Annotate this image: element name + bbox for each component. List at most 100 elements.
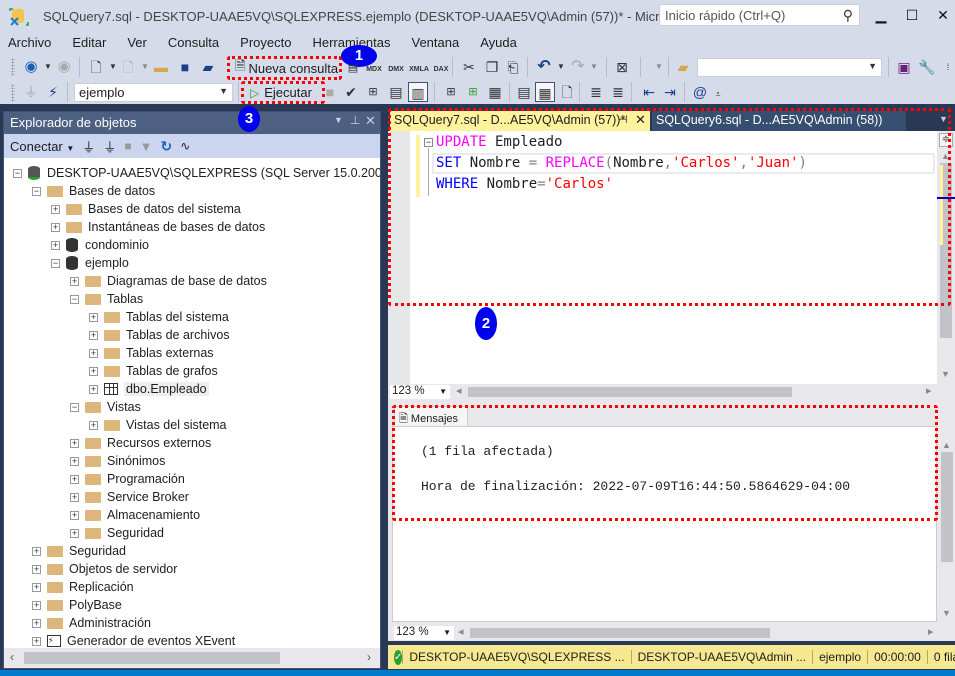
- collapse-icon[interactable]: −: [13, 168, 22, 178]
- tree-node[interactable]: + Bases de datos del sistema: [51, 200, 241, 218]
- intellisense-icon[interactable]: ▥: [408, 82, 428, 102]
- expand-icon[interactable]: +: [70, 438, 79, 448]
- expand-icon[interactable]: +: [32, 564, 41, 574]
- expand-icon[interactable]: +: [89, 420, 98, 430]
- comment-icon[interactable]: ≣: [586, 82, 606, 102]
- expand-icon[interactable]: +: [89, 312, 98, 322]
- tree-node[interactable]: + PolyBase: [32, 596, 122, 614]
- estimated-plan-icon[interactable]: ⊞: [363, 82, 383, 102]
- menu-ventana[interactable]: Ventana: [412, 33, 460, 53]
- results-to-text-icon[interactable]: ▤: [514, 82, 534, 102]
- scroll-right-icon[interactable]: ▸: [928, 625, 934, 638]
- tree-node[interactable]: + Programación: [70, 470, 185, 488]
- scroll-down-icon[interactable]: ▼: [941, 369, 950, 379]
- activity-monitor-icon[interactable]: ⊠: [612, 57, 632, 77]
- mdx-query-icon[interactable]: MDX: [364, 57, 384, 77]
- tree-node[interactable]: + ⚡ Generador de eventos XEvent: [32, 632, 235, 648]
- scroll-left-icon[interactable]: ◂: [458, 625, 464, 638]
- connect-plug-icon[interactable]: ⏚: [82, 137, 95, 156]
- save-icon[interactable]: ■: [175, 57, 195, 77]
- scrollbar-thumb[interactable]: [941, 452, 953, 562]
- specify-template-values-icon[interactable]: @: [690, 82, 710, 102]
- editor-zoom-select[interactable]: 123 % ▼: [390, 385, 450, 399]
- forward-icon[interactable]: ◉: [54, 57, 74, 77]
- tree-node[interactable]: + Service Broker: [70, 488, 189, 506]
- change-connection-icon[interactable]: ⚡: [43, 82, 63, 102]
- expand-icon[interactable]: +: [51, 222, 60, 232]
- tree-node[interactable]: + Almacenamiento: [70, 506, 200, 524]
- activity-monitor-icon[interactable]: ∿: [180, 139, 190, 153]
- menu-proyecto[interactable]: Proyecto: [240, 33, 291, 53]
- expand-icon[interactable]: +: [89, 366, 98, 376]
- expand-icon[interactable]: +: [89, 348, 98, 358]
- expand-icon[interactable]: +: [32, 582, 41, 592]
- expand-icon[interactable]: +: [70, 276, 79, 286]
- tree-node[interactable]: + Objetos de servidor: [32, 560, 177, 578]
- menu-ver[interactable]: Ver: [127, 33, 147, 53]
- scroll-up-icon[interactable]: ▲: [942, 440, 951, 450]
- cut-icon[interactable]: ✂: [459, 57, 479, 77]
- toolbar-overflow-icon[interactable]: ⩡: [708, 84, 728, 104]
- scroll-down-icon[interactable]: ▼: [942, 608, 951, 618]
- redo-dropdown-icon[interactable]: ▼: [584, 57, 604, 77]
- tree-node[interactable]: − Bases de datos: [32, 182, 155, 200]
- expand-icon[interactable]: +: [32, 636, 41, 646]
- tree-node[interactable]: + Seguridad: [32, 542, 126, 560]
- results-to-file-icon[interactable]: 🗋: [557, 82, 577, 102]
- menu-editar[interactable]: Editar: [72, 33, 106, 53]
- expand-icon[interactable]: +: [89, 384, 98, 394]
- expand-icon[interactable]: +: [51, 204, 60, 214]
- expand-icon[interactable]: +: [51, 240, 60, 250]
- increase-indent-icon[interactable]: ⇥: [660, 82, 680, 102]
- tree-node[interactable]: + Instantáneas de bases de datos: [51, 218, 265, 236]
- tree-node[interactable]: + Tablas externas: [89, 344, 214, 362]
- stop-icon[interactable]: ■: [124, 139, 131, 153]
- database-select[interactable]: ejemplo ▼: [74, 83, 233, 102]
- tree-node[interactable]: + Tablas del sistema: [89, 308, 229, 326]
- filter-icon[interactable]: ▼: [140, 139, 153, 154]
- collapse-icon[interactable]: −: [70, 294, 79, 304]
- menu-ayuda[interactable]: Ayuda: [480, 33, 517, 53]
- live-stats-icon[interactable]: ⊞: [463, 82, 483, 102]
- paste-icon[interactable]: ⎗: [503, 57, 523, 77]
- expand-icon[interactable]: +: [32, 618, 41, 628]
- close-button[interactable]: ✕: [928, 4, 955, 26]
- scroll-right-icon[interactable]: ›: [367, 650, 371, 664]
- parse-checkmark-icon[interactable]: ✔: [341, 82, 361, 102]
- decrease-indent-icon[interactable]: ⇤: [639, 82, 659, 102]
- collapse-icon[interactable]: −: [51, 258, 60, 268]
- tree-node[interactable]: − ejemplo: [51, 254, 129, 272]
- scroll-right-icon[interactable]: ▸: [926, 384, 932, 397]
- solution-config-dropdown-icon[interactable]: ▼: [649, 57, 669, 77]
- scrollbar-thumb[interactable]: [470, 628, 770, 638]
- expand-icon[interactable]: +: [32, 546, 41, 556]
- scroll-left-icon[interactable]: ◂: [456, 384, 462, 397]
- collapse-icon[interactable]: −: [32, 186, 41, 196]
- tree-node[interactable]: + Replicación: [32, 578, 134, 596]
- tree-node[interactable]: + Sinónimos: [70, 452, 165, 470]
- toolbar-grip[interactable]: [11, 84, 15, 102]
- tree-node[interactable]: + Recursos externos: [70, 434, 211, 452]
- connect-dropdown[interactable]: Conectar ▼: [10, 139, 74, 154]
- panel-menu-icon[interactable]: ▼: [334, 115, 343, 125]
- tree-node[interactable]: + Diagramas de base de datos: [70, 272, 267, 290]
- scrollbar-thumb[interactable]: [468, 387, 792, 397]
- minimize-button[interactable]: ▁: [866, 4, 896, 26]
- refresh-icon[interactable]: ↻: [160, 138, 172, 155]
- scroll-left-icon[interactable]: ‹: [10, 650, 14, 664]
- tree-node[interactable]: − Vistas: [70, 398, 141, 416]
- maximize-button[interactable]: ☐: [897, 4, 927, 26]
- expand-icon[interactable]: +: [32, 600, 41, 610]
- collapse-icon[interactable]: −: [70, 402, 79, 412]
- expand-icon[interactable]: +: [70, 474, 79, 484]
- scrollbar-thumb[interactable]: [24, 652, 280, 664]
- toolbar-overflow-icon[interactable]: ⁞: [938, 57, 955, 77]
- wrench-icon[interactable]: 🔧: [917, 57, 937, 77]
- copy-icon[interactable]: ❐: [482, 57, 502, 77]
- tree-node[interactable]: + Tablas de archivos: [89, 326, 230, 344]
- tree-node[interactable]: + Vistas del sistema: [89, 416, 227, 434]
- tree-node[interactable]: + Seguridad: [70, 524, 164, 542]
- save-all-icon[interactable]: ▰: [198, 57, 218, 77]
- tree-node[interactable]: + dbo.Empleado: [89, 380, 209, 398]
- connect-icon[interactable]: ⏚: [21, 82, 41, 102]
